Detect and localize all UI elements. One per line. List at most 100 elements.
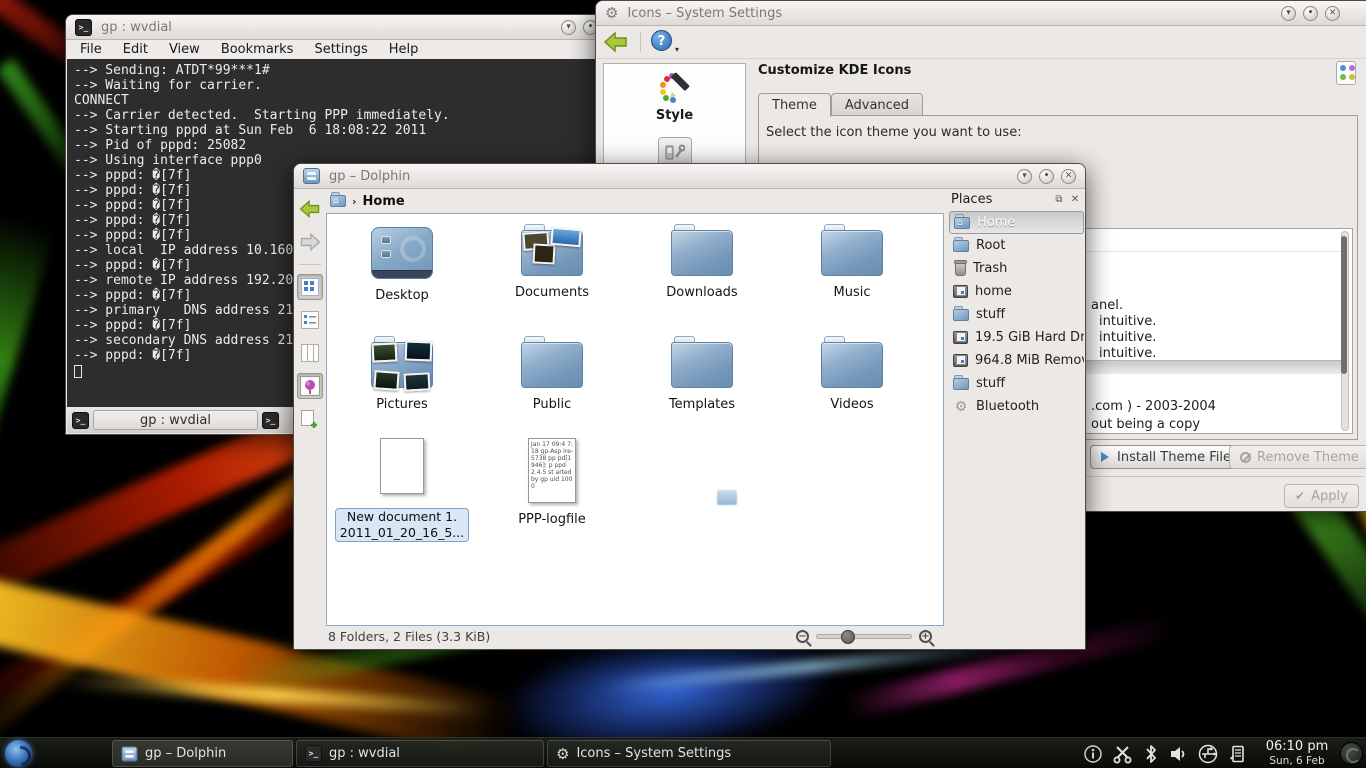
info-icon[interactable] [1083, 744, 1103, 764]
close-icon[interactable]: ✕ [1061, 169, 1076, 184]
menu-settings[interactable]: Settings [314, 42, 367, 57]
select-theme-label: Select the icon theme you want to use: [766, 125, 1022, 140]
maximize-icon[interactable]: • [1039, 169, 1054, 184]
back-icon[interactable] [602, 30, 630, 54]
scrollbar[interactable] [1341, 231, 1349, 431]
terminal-tab[interactable]: gp : wvdial [93, 410, 258, 430]
folder-item-templates[interactable]: Templates [632, 334, 772, 412]
back-button[interactable] [297, 196, 323, 222]
tab-advanced[interactable]: Advanced [831, 93, 923, 116]
minimize-icon[interactable]: ▾ [1017, 169, 1032, 184]
folder-icon [953, 378, 969, 390]
selected-file-label: New document 1. 2011_01_20_16_5... [335, 508, 469, 542]
folder-item-pictures[interactable]: Pictures [332, 334, 472, 412]
scrollbar-thumb[interactable] [1341, 236, 1347, 374]
apply-button[interactable]: ✔ Apply [1284, 484, 1359, 508]
home-folder-icon: ⌂ [330, 195, 346, 207]
menu-bookmarks[interactable]: Bookmarks [221, 42, 294, 57]
folder-icon [953, 240, 969, 252]
wrench-icon [665, 144, 685, 162]
new-tab-icon[interactable]: >_ [72, 412, 89, 429]
zoom-out-icon[interactable]: − [796, 630, 809, 643]
place-item-hard-drive[interactable]: 19.5 GiB Hard Drive [949, 326, 1084, 349]
remove-theme-button[interactable]: Remove Theme [1229, 445, 1366, 469]
place-item-stuff[interactable]: stuff [949, 303, 1084, 326]
trash-icon [955, 262, 966, 276]
place-item-removable[interactable]: 964.8 MiB Remov... [949, 349, 1084, 372]
chevron-down-icon: ▾ [675, 45, 679, 54]
folder-item-videos[interactable]: Videos [782, 334, 922, 412]
bluetooth-icon: ⚙ [953, 399, 969, 415]
zoom-slider[interactable] [816, 634, 912, 639]
clock[interactable]: 06:10 pm Sun, 6 Feb [1258, 739, 1336, 767]
folder-label: Public [533, 397, 571, 412]
float-panel-icon[interactable]: ⧉ [1052, 194, 1066, 205]
minimize-icon[interactable]: ▾ [1281, 6, 1296, 21]
maximize-icon[interactable]: • [1303, 6, 1318, 21]
file-item-ppp-logfile[interactable]: Jan 17 09:4 7:18 gp-Asp ire-5738 pp pd[1… [482, 436, 622, 527]
file-item-new-document[interactable]: New document 1. 2011_01_20_16_5... [332, 436, 472, 542]
menu-edit[interactable]: Edit [123, 42, 148, 57]
menu-help[interactable]: Help [389, 42, 419, 57]
terminal-line: --> Carrier detected. Starting PPP immed… [74, 108, 621, 123]
help-button[interactable]: ? ▾ [651, 30, 677, 54]
place-item-home[interactable]: ⌂ Home [949, 211, 1084, 234]
columns-view-button[interactable] [297, 340, 323, 366]
menu-view[interactable]: View [169, 42, 200, 57]
place-item-root[interactable]: Root [949, 234, 1084, 257]
place-item-bluetooth[interactable]: ⚙ Bluetooth [949, 395, 1084, 418]
split-view-button[interactable] [297, 406, 323, 432]
icons-view-button[interactable] [297, 274, 323, 300]
taskbar-task-dolphin[interactable]: gp – Dolphin [112, 740, 293, 767]
tab-terminal-icon[interactable]: >_ [262, 412, 279, 429]
taskbar-task-system-settings[interactable]: ⚙ Icons – System Settings [547, 740, 831, 767]
desktop: >_ gp : wvdial ▾ • ✕ File Edit View Book… [0, 0, 1366, 768]
printer-icon[interactable] [1228, 744, 1248, 764]
terminal-title: gp : wvdial [101, 20, 172, 35]
klipper-scissors-icon[interactable] [1112, 744, 1134, 764]
forward-button[interactable] [297, 229, 323, 255]
volume-icon[interactable] [1168, 744, 1188, 764]
taskbar-task-wvdial[interactable]: >_ gp : wvdial [296, 740, 544, 767]
place-item-trash[interactable]: Trash [949, 257, 1084, 280]
menu-file[interactable]: File [80, 42, 102, 57]
desktop-folder-icon [371, 227, 433, 279]
close-panel-icon[interactable]: ✕ [1068, 194, 1082, 205]
place-label: Root [976, 238, 1005, 253]
sidebar-item-style[interactable]: Style [604, 64, 745, 123]
system-settings-titlebar[interactable]: ⚙ Icons – System Settings ▾ • ✕ [596, 1, 1366, 26]
tab-theme[interactable]: Theme [758, 93, 831, 117]
folder-icon [521, 342, 583, 388]
usb-device-icon[interactable] [1197, 744, 1219, 764]
zoom-in-icon[interactable]: + [919, 630, 932, 643]
close-icon[interactable]: ✕ [1325, 6, 1340, 21]
folder-icon [671, 230, 733, 276]
minimize-icon[interactable]: ▾ [561, 20, 576, 35]
breadcrumb-home[interactable]: Home [363, 194, 405, 209]
folder-item-documents[interactable]: Documents [482, 222, 622, 300]
folder-view[interactable]: Desktop Documents Downloads Music [326, 213, 944, 626]
panel-cashew-icon[interactable] [1340, 742, 1363, 765]
tab-theme-label: Theme [772, 98, 817, 113]
bluetooth-icon[interactable] [1143, 744, 1159, 764]
details-view-button[interactable] [297, 307, 323, 333]
logfile-preview-icon: Jan 17 09:4 7:18 gp-Asp ire-5738 pp pd[1… [528, 438, 576, 503]
folder-item-downloads[interactable]: Downloads [632, 222, 772, 300]
place-item-home-drive[interactable]: home [949, 280, 1084, 303]
terminal-titlebar[interactable]: >_ gp : wvdial ▾ • ✕ [66, 15, 629, 40]
gear-icon: ⚙ [605, 6, 618, 21]
zoom-slider-knob[interactable] [841, 630, 855, 644]
task-label: gp – Dolphin [145, 746, 226, 761]
folder-item-music[interactable]: Music [782, 222, 922, 300]
preview-button[interactable] [297, 373, 323, 399]
place-label: stuff [976, 376, 1005, 391]
pictures-folder-icon [371, 342, 433, 388]
terminal-icon: >_ [75, 19, 92, 36]
place-label: 964.8 MiB Remov... [975, 353, 1084, 368]
folder-item-public[interactable]: Public [482, 334, 622, 412]
place-item-stuff2[interactable]: stuff [949, 372, 1084, 395]
folder-label: Videos [830, 397, 873, 412]
folder-item-desktop[interactable]: Desktop [332, 222, 472, 303]
dolphin-titlebar[interactable]: gp – Dolphin ▾ • ✕ [294, 164, 1085, 189]
kde-menu-button[interactable] [5, 740, 32, 767]
